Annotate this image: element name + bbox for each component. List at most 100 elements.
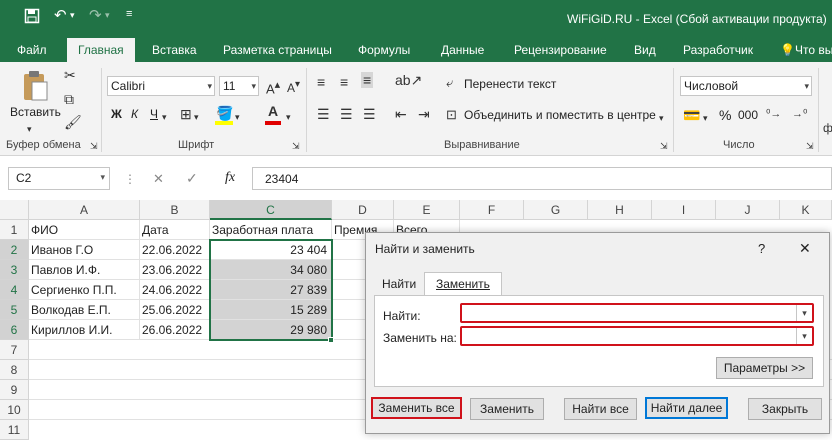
column-header-k[interactable]: K	[780, 200, 832, 220]
column-header-h[interactable]: H	[588, 200, 652, 220]
replace-history-dropdown-icon[interactable]: ▾	[796, 328, 812, 344]
cell-b3[interactable]: 23.06.2022	[140, 260, 210, 280]
number-format-select[interactable]: Числовой ▾	[680, 76, 812, 96]
row-header-4[interactable]: 4	[0, 280, 29, 300]
row-header-2[interactable]: 2	[0, 240, 29, 260]
bold-button[interactable]: Ж	[111, 107, 122, 121]
fill-color-icon[interactable]: 🪣	[216, 105, 233, 121]
decrease-indent-icon[interactable]: ⇤	[395, 106, 407, 122]
cell-b6[interactable]: 26.06.2022	[140, 320, 210, 340]
increase-font-icon[interactable]: A▴	[266, 77, 280, 97]
tab-developer[interactable]: Разработчик	[683, 38, 753, 62]
orientation-icon[interactable]: ab↗	[395, 72, 422, 88]
row-header-1[interactable]: 1	[0, 220, 29, 240]
cell-b4[interactable]: 24.06.2022	[140, 280, 210, 300]
merge-center-icon[interactable]: ⊡	[446, 107, 457, 123]
redo-icon[interactable]: ↷	[89, 6, 102, 24]
align-left-icon[interactable]: ☰	[317, 106, 330, 122]
select-all-corner[interactable]	[0, 200, 29, 220]
column-header-j[interactable]: J	[716, 200, 780, 220]
underline-dropdown-icon[interactable]: ▾	[162, 109, 167, 125]
row-header-8[interactable]: 8	[0, 360, 29, 380]
alignment-launcher-icon[interactable]: ⇲	[660, 138, 668, 154]
paste-icon[interactable]	[21, 70, 49, 105]
row-header-7[interactable]: 7	[0, 340, 29, 360]
undo-icon[interactable]: ↶	[54, 6, 67, 24]
column-header-e[interactable]: E	[394, 200, 460, 220]
tab-tell-me[interactable]: Что вы	[795, 38, 832, 62]
customize-qat-icon[interactable]: ≡	[126, 8, 132, 20]
replace-all-button[interactable]: Заменить все	[371, 397, 462, 419]
cell-b5[interactable]: 25.06.2022	[140, 300, 210, 320]
align-top-icon[interactable]: ≡	[317, 74, 325, 90]
increase-indent-icon[interactable]: ⇥	[418, 106, 430, 122]
tab-review[interactable]: Рецензирование	[514, 38, 607, 62]
tab-page-layout[interactable]: Разметка страницы	[223, 38, 332, 62]
column-header-g[interactable]: G	[524, 200, 588, 220]
tab-insert[interactable]: Вставка	[152, 38, 197, 62]
find-history-dropdown-icon[interactable]: ▾	[796, 305, 812, 321]
copy-icon[interactable]: ⧉	[64, 91, 74, 107]
borders-icon[interactable]: ⊞	[180, 106, 192, 122]
percent-button[interactable]: %	[719, 107, 731, 123]
italic-button[interactable]: К	[131, 107, 138, 121]
wrap-text-button[interactable]: Перенести текст	[464, 77, 556, 91]
close-icon[interactable]: ✕	[799, 240, 811, 257]
column-header-c[interactable]: C	[210, 200, 332, 220]
redo-dropdown-icon[interactable]: ▾	[105, 10, 110, 21]
insert-function-button[interactable]: fx	[225, 170, 235, 186]
align-right-icon[interactable]: ☰	[363, 106, 376, 122]
enter-icon[interactable]: ✓	[186, 170, 198, 187]
borders-dropdown-icon[interactable]: ▾	[194, 109, 199, 125]
cell-a5[interactable]: Волкодав Е.П.	[29, 300, 140, 320]
align-center-icon[interactable]: ☰	[340, 106, 353, 122]
replace-button[interactable]: Заменить	[470, 398, 544, 420]
row-header-6[interactable]: 6	[0, 320, 29, 340]
tab-find[interactable]: Найти	[374, 273, 424, 295]
row-header-9[interactable]: 9	[0, 380, 29, 400]
column-header-b[interactable]: B	[140, 200, 210, 220]
cell-a2[interactable]: Иванов Г.О	[29, 240, 140, 260]
tab-home[interactable]: Главная	[67, 38, 135, 62]
row-header-10[interactable]: 10	[0, 400, 29, 420]
currency-dropdown-icon[interactable]: ▾	[703, 110, 708, 126]
column-header-f[interactable]: F	[460, 200, 524, 220]
merge-dropdown-icon[interactable]: ▾	[659, 110, 664, 126]
tab-formulas[interactable]: Формулы	[358, 38, 410, 62]
font-color-icon[interactable]: A	[268, 103, 278, 119]
merge-center-button[interactable]: Объединить и поместить в центре	[464, 108, 656, 122]
cell-a6[interactable]: Кириллов И.И.	[29, 320, 140, 340]
cell-b1[interactable]: Дата	[140, 220, 210, 240]
font-launcher-icon[interactable]: ⇲	[292, 138, 300, 154]
column-header-i[interactable]: I	[652, 200, 716, 220]
cell-c1[interactable]: Заработная плата	[210, 220, 332, 240]
tab-view[interactable]: Вид	[634, 38, 656, 62]
font-color-dropdown-icon[interactable]: ▾	[286, 109, 291, 125]
paste-button[interactable]: Вставить	[10, 105, 61, 119]
find-all-button[interactable]: Найти все	[564, 398, 637, 420]
formula-input[interactable]: 23404	[252, 167, 832, 190]
help-button[interactable]: ?	[758, 241, 765, 256]
decrease-font-icon[interactable]: A▾	[287, 77, 300, 96]
row-header-3[interactable]: 3	[0, 260, 29, 280]
row-header-5[interactable]: 5	[0, 300, 29, 320]
underline-button[interactable]: Ч	[150, 107, 158, 121]
cell-a3[interactable]: Павлов И.Ф.	[29, 260, 140, 280]
cancel-icon[interactable]: ✕	[153, 171, 164, 187]
align-middle-icon[interactable]: ≡	[340, 74, 348, 90]
decrease-decimal-icon[interactable]: →⁰	[792, 106, 807, 122]
tab-replace[interactable]: Заменить	[424, 272, 502, 295]
number-launcher-icon[interactable]: ⇲	[806, 138, 814, 154]
formula-bar-handle-icon[interactable]: ⋮	[124, 172, 136, 186]
thousands-button[interactable]: 000	[738, 108, 758, 122]
clipboard-launcher-icon[interactable]: ⇲	[90, 138, 98, 154]
paste-dropdown-icon[interactable]: ▾	[27, 121, 32, 137]
name-box[interactable]: C2 ▾	[8, 167, 110, 190]
font-name-select[interactable]: Calibri ▾	[107, 76, 215, 96]
tab-file[interactable]: Файл	[17, 38, 47, 62]
cell-a1[interactable]: ФИО	[29, 220, 140, 240]
cell-a4[interactable]: Сергиенко П.П.	[29, 280, 140, 300]
find-next-button[interactable]: Найти далее	[645, 397, 728, 419]
conditional-format-icon[interactable]: ф	[823, 120, 832, 136]
row-header-11[interactable]: 11	[0, 420, 29, 440]
